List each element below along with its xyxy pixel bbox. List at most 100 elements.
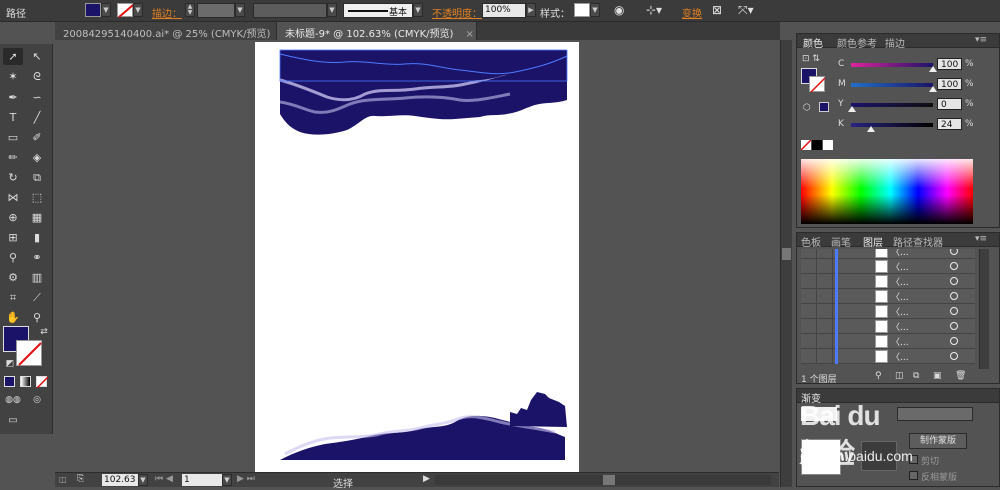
none-mode-icon[interactable]: [36, 376, 49, 389]
layer-row[interactable]: 〈...: [801, 274, 975, 289]
pencil-tool-icon[interactable]: ✏: [3, 149, 23, 166]
lock-toggle[interactable]: [817, 349, 833, 364]
mask-thumbnail[interactable]: [861, 441, 897, 471]
channel-c-knob[interactable]: [929, 66, 937, 72]
lock-toggle[interactable]: [817, 249, 833, 259]
tab-color-guide[interactable]: 颜色参考: [837, 35, 877, 50]
channel-y-field[interactable]: 0: [937, 98, 962, 110]
style-dropdown[interactable]: ▼: [590, 3, 600, 17]
hand-tool-icon[interactable]: ✋: [3, 309, 23, 326]
eyedropper-tool-icon[interactable]: ⚲: [3, 249, 23, 266]
shape-builder-tool-icon[interactable]: ⊕: [3, 209, 23, 226]
channel-m-knob[interactable]: [929, 86, 937, 92]
rotate-tool-icon[interactable]: ↻: [3, 169, 23, 186]
type-tool-icon[interactable]: T: [3, 109, 23, 126]
symbol-sprayer-tool-icon[interactable]: ⚙: [3, 269, 23, 286]
first-page-icon[interactable]: ⏮ ◀: [155, 474, 173, 484]
gradient-tool-icon[interactable]: ▮: [27, 229, 47, 246]
new-layer-icon[interactable]: ▣: [933, 371, 942, 381]
lasso-tool-icon[interactable]: ᘓ: [27, 68, 47, 85]
opacity-field[interactable]: 100%: [482, 3, 526, 18]
blend-tool-icon[interactable]: ⚭: [27, 249, 47, 266]
make-mask-button[interactable]: 制作蒙版: [909, 433, 967, 449]
opacity-dropdown[interactable]: ▶: [526, 3, 536, 17]
color-spectrum[interactable]: [801, 159, 973, 224]
layer-row[interactable]: 〈...: [801, 349, 975, 364]
tab-layers[interactable]: 图层: [863, 234, 883, 249]
rock-formation[interactable]: [510, 392, 567, 427]
object-thumbnail[interactable]: [801, 439, 841, 475]
tab-color[interactable]: 颜色: [803, 35, 823, 50]
channel-c-field[interactable]: 100: [937, 58, 962, 70]
layer-name[interactable]: 〈...: [891, 320, 909, 333]
target-icon[interactable]: [950, 292, 958, 300]
artboard-navigation-icon[interactable]: ◫: [59, 475, 67, 484]
variable-width-profile[interactable]: [253, 3, 327, 18]
delete-layer-icon[interactable]: 🗑: [955, 371, 966, 381]
variable-width-dropdown[interactable]: ▼: [327, 3, 337, 17]
locate-object-icon[interactable]: ⚲: [875, 371, 882, 381]
panel-menu-icon[interactable]: ▾≡: [975, 234, 987, 244]
visibility-toggle[interactable]: [801, 274, 817, 289]
target-icon[interactable]: [950, 262, 958, 270]
zoom-field[interactable]: 102.63: [102, 474, 138, 486]
layer-name[interactable]: 〈...: [891, 249, 909, 258]
vertical-scroll-thumb[interactable]: [782, 248, 791, 260]
lock-toggle[interactable]: [817, 334, 833, 349]
stroke-weight-stepper[interactable]: ▲ ▼: [185, 3, 195, 17]
visibility-toggle[interactable]: [801, 319, 817, 334]
curvature-tool-icon[interactable]: ∽: [27, 89, 47, 106]
graphic-style-swatch[interactable]: [574, 3, 590, 17]
target-icon[interactable]: [950, 307, 958, 315]
stroke-weight-dropdown[interactable]: ▼: [235, 3, 245, 17]
fill-swatch[interactable]: [85, 3, 101, 17]
paintbrush-tool-icon[interactable]: ✐: [27, 129, 47, 146]
scale-tool-icon[interactable]: ⧉: [27, 169, 47, 186]
layer-name[interactable]: 〈...: [891, 350, 909, 363]
stroke-weight-field[interactable]: [197, 3, 235, 18]
perspective-grid-tool-icon[interactable]: ▦: [27, 209, 47, 226]
transform-options-icon[interactable]: ⤧▾: [738, 3, 754, 18]
layer-name[interactable]: 〈...: [891, 290, 909, 303]
fill-dropdown[interactable]: ▼: [101, 3, 111, 17]
white-color-chip[interactable]: [823, 140, 833, 150]
eraser-tool-icon[interactable]: ◈: [27, 149, 47, 166]
panel-menu-icon[interactable]: ▾≡: [975, 35, 987, 45]
black-color-chip[interactable]: [812, 140, 822, 150]
lock-toggle[interactable]: [817, 304, 833, 319]
out-of-gamut-icon[interactable]: ⬡: [803, 103, 811, 113]
channel-y-slider[interactable]: [851, 103, 933, 107]
zoom-dropdown[interactable]: ▼: [138, 474, 148, 486]
next-page-icon[interactable]: ▶ ⏭: [237, 474, 255, 484]
align-icon[interactable]: ⊹▾: [646, 3, 662, 17]
recolor-artwork-icon[interactable]: ◉: [614, 3, 624, 17]
layer-name[interactable]: 〈...: [891, 305, 909, 318]
layer-name[interactable]: 〈...: [891, 275, 909, 288]
visibility-toggle[interactable]: [801, 304, 817, 319]
line-tool-icon[interactable]: ╱: [27, 109, 47, 126]
artboard[interactable]: [255, 42, 579, 472]
channel-c-slider[interactable]: [851, 63, 933, 67]
magic-wand-tool-icon[interactable]: ✶: [3, 68, 23, 85]
artboard-tool-icon[interactable]: ⌗: [3, 289, 23, 306]
swap-colors-icon[interactable]: ⇄: [34, 324, 54, 341]
layer-row[interactable]: 〈...: [801, 334, 975, 349]
free-transform-tool-icon[interactable]: ⬚: [27, 189, 47, 206]
share-icon[interactable]: ⎘: [77, 474, 84, 484]
tab-document-2[interactable]: 未标题-9* @ 102.63% (CMYK/预览) ×: [277, 22, 477, 40]
rectangle-tool-icon[interactable]: ▭: [3, 129, 23, 146]
width-tool-icon[interactable]: ⋈: [3, 189, 23, 206]
direct-selection-tool-icon[interactable]: ↖: [27, 48, 47, 65]
layer-row[interactable]: 〈...: [801, 249, 975, 259]
target-icon[interactable]: [950, 249, 958, 255]
stroke-label[interactable]: 描边：: [152, 5, 182, 20]
layer-row[interactable]: 〈...: [801, 289, 975, 304]
lock-toggle[interactable]: [817, 259, 833, 274]
lock-toggle[interactable]: [817, 289, 833, 304]
mesh-tool-icon[interactable]: ⊞: [3, 229, 23, 246]
color-panel-stroke-swatch[interactable]: [809, 76, 826, 93]
target-icon[interactable]: [950, 277, 958, 285]
stroke-dropdown[interactable]: ▼: [133, 3, 143, 17]
lock-toggle[interactable]: [817, 319, 833, 334]
target-icon[interactable]: [950, 337, 958, 345]
